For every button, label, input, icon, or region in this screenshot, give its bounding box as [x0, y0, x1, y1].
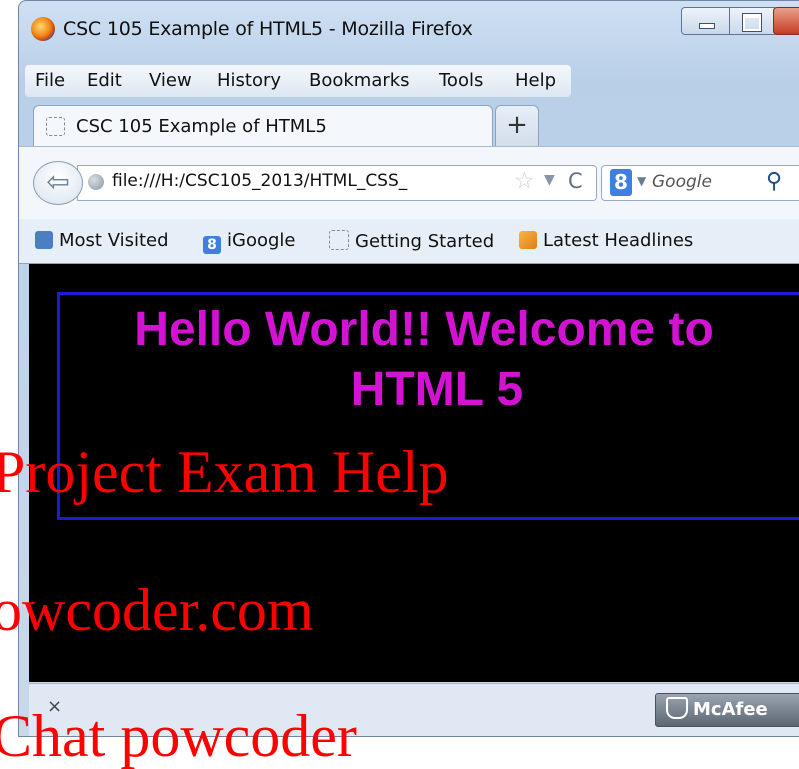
page-content: Hello World!! Welcome to HTML 5	[29, 264, 799, 682]
navigation-bar: file:///H:/CSC105_2013/HTML_CSS_ ☆ ▼ C ⇦…	[19, 146, 799, 219]
search-icon[interactable]: ⚲	[766, 169, 782, 194]
page-icon	[46, 117, 65, 136]
firefox-icon	[31, 17, 55, 41]
reload-icon[interactable]: C	[568, 169, 583, 193]
close-addon-bar-icon[interactable]: ×	[47, 696, 62, 717]
close-window-button[interactable]	[773, 7, 799, 35]
engine-dropdown-icon[interactable]: ▼	[637, 174, 646, 188]
add-on-bar: × McAfee	[29, 683, 799, 736]
window-title: CSC 105 Example of HTML5 - Mozilla Firef…	[63, 18, 473, 40]
browser-window: CSC 105 Example of HTML5 - Mozilla Firef…	[18, 0, 799, 737]
tab-title: CSC 105 Example of HTML5	[76, 116, 327, 137]
bookmark-most-visited[interactable]: Most Visited	[35, 230, 169, 251]
igoogle-icon: 8	[203, 236, 221, 254]
page-heading-line1: Hello World!! Welcome to	[134, 303, 714, 356]
url-text[interactable]: file:///H:/CSC105_2013/HTML_CSS_	[112, 171, 507, 191]
rss-icon	[519, 231, 537, 249]
minimize-button[interactable]	[681, 7, 731, 35]
menu-history[interactable]: History	[217, 70, 281, 91]
back-button[interactable]: ⇦	[33, 161, 83, 205]
back-arrow-icon: ⇦	[46, 165, 70, 198]
most-visited-icon	[35, 231, 53, 249]
page-icon	[329, 230, 349, 250]
mcafee-button[interactable]: McAfee	[655, 693, 799, 727]
bookmark-igoogle[interactable]: 8 iGoogle	[203, 230, 295, 254]
menu-edit[interactable]: Edit	[87, 70, 122, 91]
page-heading-line2: HTML 5	[350, 363, 524, 416]
menu-view[interactable]: View	[149, 70, 192, 91]
maximize-button[interactable]	[729, 7, 775, 35]
history-dropdown-icon[interactable]: ▼	[544, 172, 555, 188]
bookmark-latest-headlines[interactable]: Latest Headlines	[519, 230, 693, 251]
mcafee-shield-icon	[666, 697, 688, 719]
url-bar[interactable]: file:///H:/CSC105_2013/HTML_CSS_ ☆ ▼ C	[77, 165, 597, 201]
menu-bar: File Edit View History Bookmarks Tools H…	[25, 65, 571, 97]
bookmark-getting-started[interactable]: Getting Started	[329, 230, 494, 252]
bookmark-star-icon[interactable]: ☆	[514, 168, 535, 194]
menu-help[interactable]: Help	[515, 70, 556, 91]
search-engine-icon[interactable]: 8	[610, 169, 632, 196]
menu-tools[interactable]: Tools	[439, 70, 483, 91]
menu-bookmarks[interactable]: Bookmarks	[309, 70, 410, 91]
tab-active[interactable]: CSC 105 Example of HTML5	[33, 105, 493, 148]
menu-file[interactable]: File	[35, 70, 65, 91]
title-bar: CSC 105 Example of HTML5 - Mozilla Firef…	[19, 1, 799, 59]
search-input[interactable]: Google	[652, 172, 712, 192]
bookmarks-toolbar: Most Visited 8 iGoogle Getting Started La…	[19, 219, 799, 264]
new-tab-button[interactable]: +	[495, 105, 539, 146]
site-identity-icon[interactable]	[88, 174, 104, 190]
search-bar[interactable]: 8 ▼ Google ⚲	[601, 165, 799, 201]
